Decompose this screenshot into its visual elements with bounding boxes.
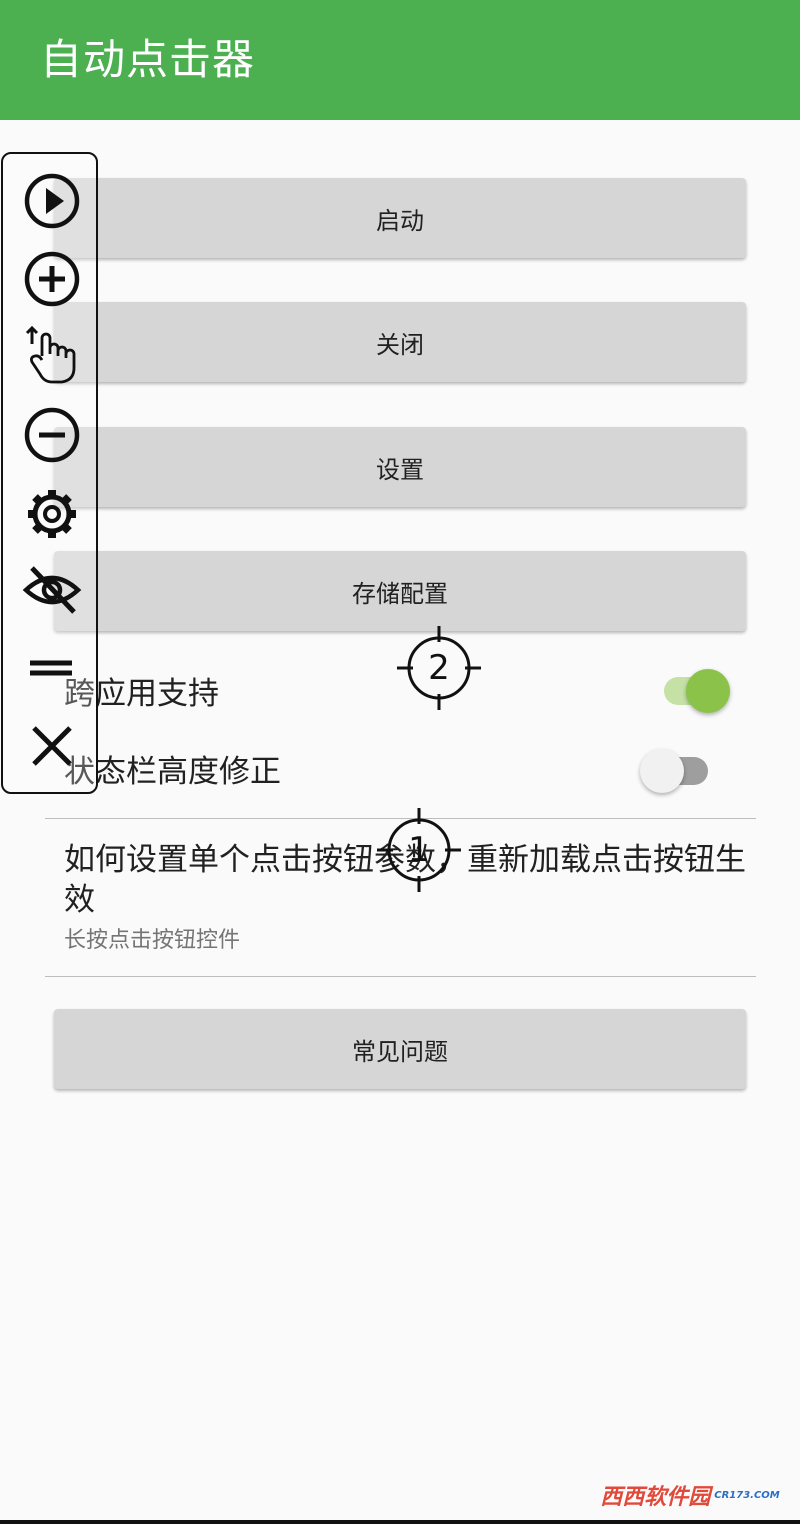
close-icon[interactable]: [22, 716, 82, 776]
click-target-1[interactable]: 1: [377, 808, 461, 892]
click-target-2[interactable]: 2: [397, 626, 481, 710]
play-icon[interactable]: [22, 171, 82, 231]
swipe-gesture-icon[interactable]: [22, 324, 82, 384]
click-target-label: 1: [408, 830, 430, 870]
drag-handle-icon[interactable]: [22, 639, 82, 699]
help-subtitle: 长按点击按钮控件: [64, 928, 241, 953]
floating-toolbar[interactable]: [1, 152, 98, 794]
watermark-logo: 西西软件园 CR173.COM: [600, 1475, 780, 1515]
bottom-edge: [0, 1520, 800, 1524]
storage-config-button[interactable]: 存储配置: [54, 551, 746, 631]
click-target-label: 2: [428, 648, 450, 688]
app-bar: 自动点击器: [0, 0, 800, 120]
watermark-text: 西西软件园: [600, 1485, 711, 1510]
switch-thumb: [640, 749, 684, 793]
hide-eye-icon[interactable]: [22, 560, 82, 620]
gear-icon[interactable]: [22, 484, 82, 544]
remove-icon[interactable]: [22, 405, 82, 465]
settings-button[interactable]: 设置: [54, 427, 746, 507]
cross-app-support-switch[interactable]: [656, 666, 736, 716]
status-bar-fix-switch[interactable]: [638, 746, 718, 796]
watermark-subtext: CR173.COM: [714, 1489, 780, 1501]
app-title: 自动点击器: [40, 35, 256, 84]
switch-thumb: [686, 669, 730, 713]
close-button[interactable]: 关闭: [54, 302, 746, 382]
divider: [45, 976, 756, 977]
faq-button[interactable]: 常见问题: [54, 1009, 746, 1089]
add-icon[interactable]: [22, 249, 82, 309]
start-button[interactable]: 启动: [54, 178, 746, 258]
